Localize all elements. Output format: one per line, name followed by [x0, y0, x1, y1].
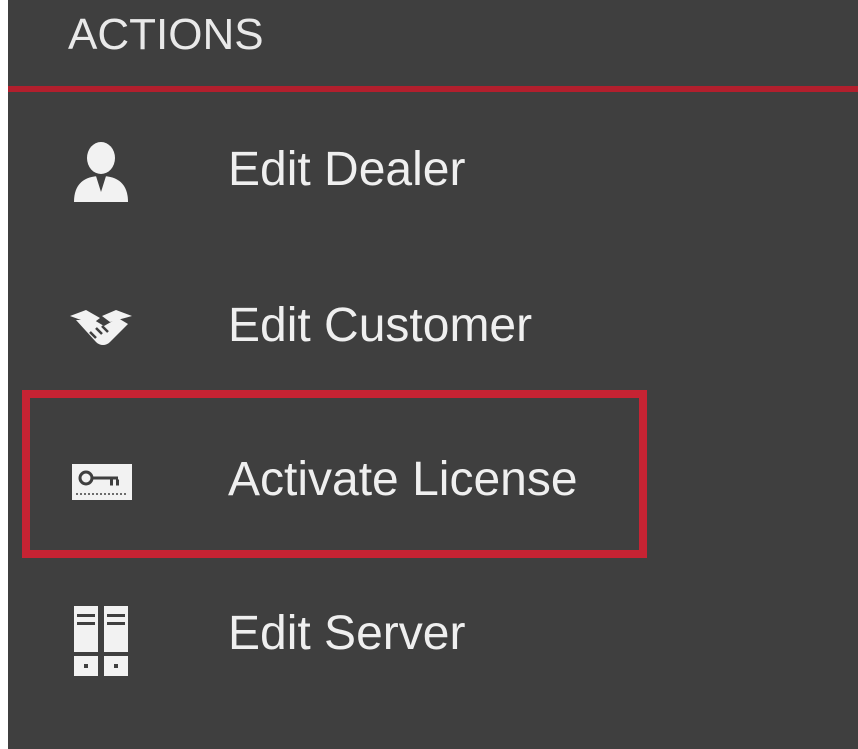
header-divider — [8, 86, 858, 92]
menu-item-label: Edit Customer — [228, 299, 533, 352]
menu-item-label: Edit Server — [228, 607, 466, 660]
server-icon — [66, 604, 136, 676]
actions-header: ACTIONS — [8, 0, 858, 92]
menu-item-edit-dealer[interactable]: Edit Dealer — [8, 120, 858, 220]
menu-item-activate-license[interactable]: Activate License — [8, 430, 858, 530]
actions-title: ACTIONS — [68, 10, 264, 59]
actions-panel: ACTIONS Edit Dealer Edit Customer Activa… — [8, 0, 858, 749]
user-icon — [66, 140, 136, 204]
menu-item-edit-server[interactable]: Edit Server — [8, 584, 858, 684]
menu-item-edit-customer[interactable]: Edit Customer — [8, 276, 858, 376]
menu-item-label: Edit Dealer — [228, 143, 466, 196]
menu-item-label: Activate License — [228, 453, 578, 506]
license-key-icon — [66, 450, 136, 514]
handshake-icon — [66, 296, 136, 360]
